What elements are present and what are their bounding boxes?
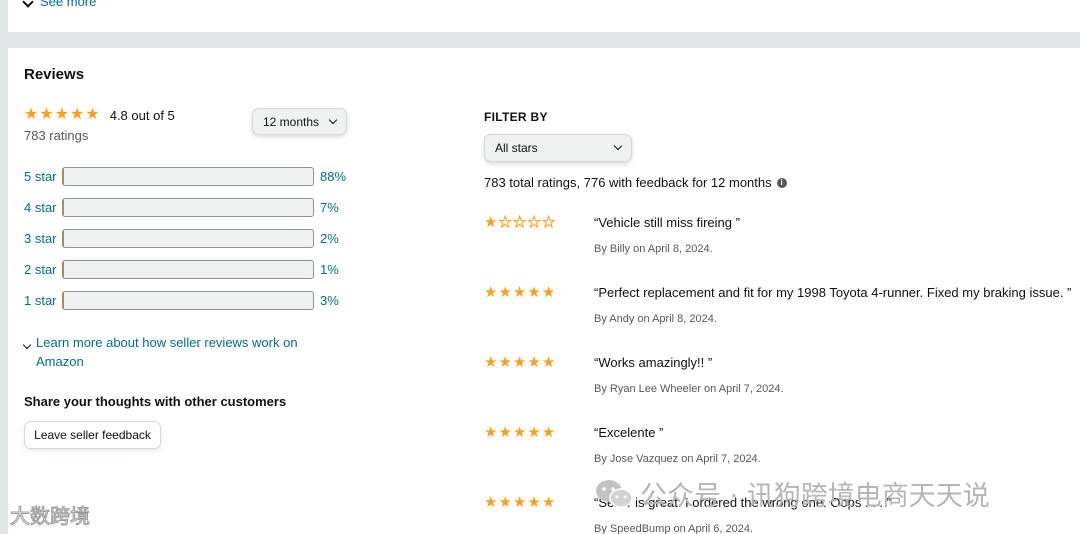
period-select[interactable]: 12 months [252,108,347,135]
review-stars: ★ ★ ★ ★ ★ [484,425,555,440]
filter-heading: FILTER BY [484,110,548,124]
review-text: “Works amazingly!! ” [594,355,713,370]
histogram-fill [63,167,64,185]
share-heading: Share your thoughts with other customers [24,394,287,409]
histogram-bar [62,197,314,217]
watermark-right: 公众号 · 讯狗跨境电商天天说 [640,481,990,512]
star-icon: ★ [498,214,512,231]
review-text: “Perfect replacement and fit for my 1998… [594,285,1072,300]
histogram-bar [62,166,314,186]
histogram-bar [62,259,314,279]
review-stars: ★ ★ ★ ★ ★ [484,495,555,510]
chevron-down-icon [22,340,32,350]
summary-stars: ★ ★ ★ ★ ★ [24,107,100,123]
histogram-label: 3 star [24,230,57,246]
ratings-count: 783 ratings [24,128,89,143]
chevron-down-icon [613,141,623,151]
star-icon: ★ [484,424,498,441]
learn-more-link[interactable]: Learn more about how seller reviews work… [22,333,316,371]
star-icon: ★ [541,424,556,441]
histogram-percent: 1% [320,261,339,277]
total-ratings: 783 total ratings, 776 with feedback for… [484,175,787,190]
histogram-bar [62,228,314,248]
star-icon: ★ [527,354,541,371]
period-select-value: 12 months [263,114,320,129]
star-icon: ★ [484,494,498,511]
star-icon: ★ [512,424,527,441]
chevron-down-icon [328,115,338,124]
histogram-row-3[interactable]: 3 star 2% [24,228,339,248]
star-icon: ★ [541,494,556,511]
histogram-label: 2 star [24,261,57,277]
histogram-percent: 3% [320,292,339,308]
star-icon: ★ [541,354,556,371]
star-icon: ★ [484,214,498,231]
star-icon: ★ [527,214,541,231]
learn-more-label: Learn more about how seller reviews work… [36,335,298,369]
star-icon: ★ [70,106,85,123]
review-text: “Excelente ” [594,425,664,440]
histogram-label: 5 star [24,168,57,184]
histogram-label: 4 star [24,199,57,215]
histogram-percent: 2% [320,230,339,246]
star-icon: ★ [512,284,527,301]
star-icon: ★ [484,284,498,301]
top-card [8,0,1080,32]
star-icon: ★ [541,214,556,231]
star-icon: ★ [527,494,541,511]
histogram-fill [63,229,64,247]
review-author: By SpeedBump on April 6, 2024. [594,523,753,534]
rating-summary: ★ ★ ★ ★ ★ 4.8 out of 5 [24,107,175,123]
star-icon: ★ [512,214,527,231]
info-icon[interactable]: i [776,177,787,188]
histogram-percent: 88% [320,168,347,184]
star-icon: ★ [85,106,100,123]
histogram-label: 1 star [24,292,57,308]
chevron-down-icon [22,0,34,8]
histogram-row-5[interactable]: 5 star 88% [24,166,346,186]
review-text: “Vehicle still miss fireing ” [594,215,740,230]
rating-summary-text: 4.8 out of 5 [109,107,175,123]
histogram-fill [63,260,64,278]
see-more-link[interactable]: See more [22,0,97,9]
stars-select-value: All stars [495,141,538,155]
star-icon: ★ [498,494,512,511]
star-icon: ★ [24,106,39,123]
review-stars: ★ ★ ★ ★ ★ [484,285,555,300]
see-more-label: See more [40,0,97,9]
review-author: By Ryan Lee Wheeler on April 7, 2024. [594,383,784,395]
star-icon: ★ [541,284,556,301]
reviews-title: Reviews [24,66,85,83]
star-icon: ★ [498,424,512,441]
review-stars: ★ ★ ★ ★ ★ [484,214,556,231]
histogram-row-2[interactable]: 2 star 1% [24,259,339,279]
star-icon: ★ [484,354,498,371]
histogram-percent: 7% [320,199,339,215]
histogram-bar [62,290,314,310]
review-author: By Billy on April 8, 2024. [594,243,713,255]
watermark-left: 大数跨境 [10,504,91,529]
star-icon: ★ [54,106,70,123]
total-ratings-text: 783 total ratings, 776 with feedback for… [484,175,772,190]
histogram-fill [63,198,64,216]
star-icon: ★ [527,424,541,441]
histogram-row-1[interactable]: 1 star 3% [24,290,339,310]
histogram-row-4[interactable]: 4 star 7% [24,197,339,217]
histogram-fill [63,291,64,309]
stars-filter-select[interactable]: All stars [484,134,632,162]
star-icon: ★ [512,494,527,511]
review-author: By Jose Vazquez on April 7, 2024. [594,453,761,465]
star-icon: ★ [39,106,54,123]
star-icon: ★ [512,354,527,371]
leave-feedback-button[interactable]: Leave seller feedback [24,421,161,449]
wechat-icon [596,480,633,508]
review-stars: ★ ★ ★ ★ ★ [484,355,555,370]
star-icon: ★ [527,284,541,301]
star-icon: ★ [498,354,512,371]
review-author: By Andy on April 8, 2024. [594,313,717,325]
star-icon: ★ [498,284,512,301]
